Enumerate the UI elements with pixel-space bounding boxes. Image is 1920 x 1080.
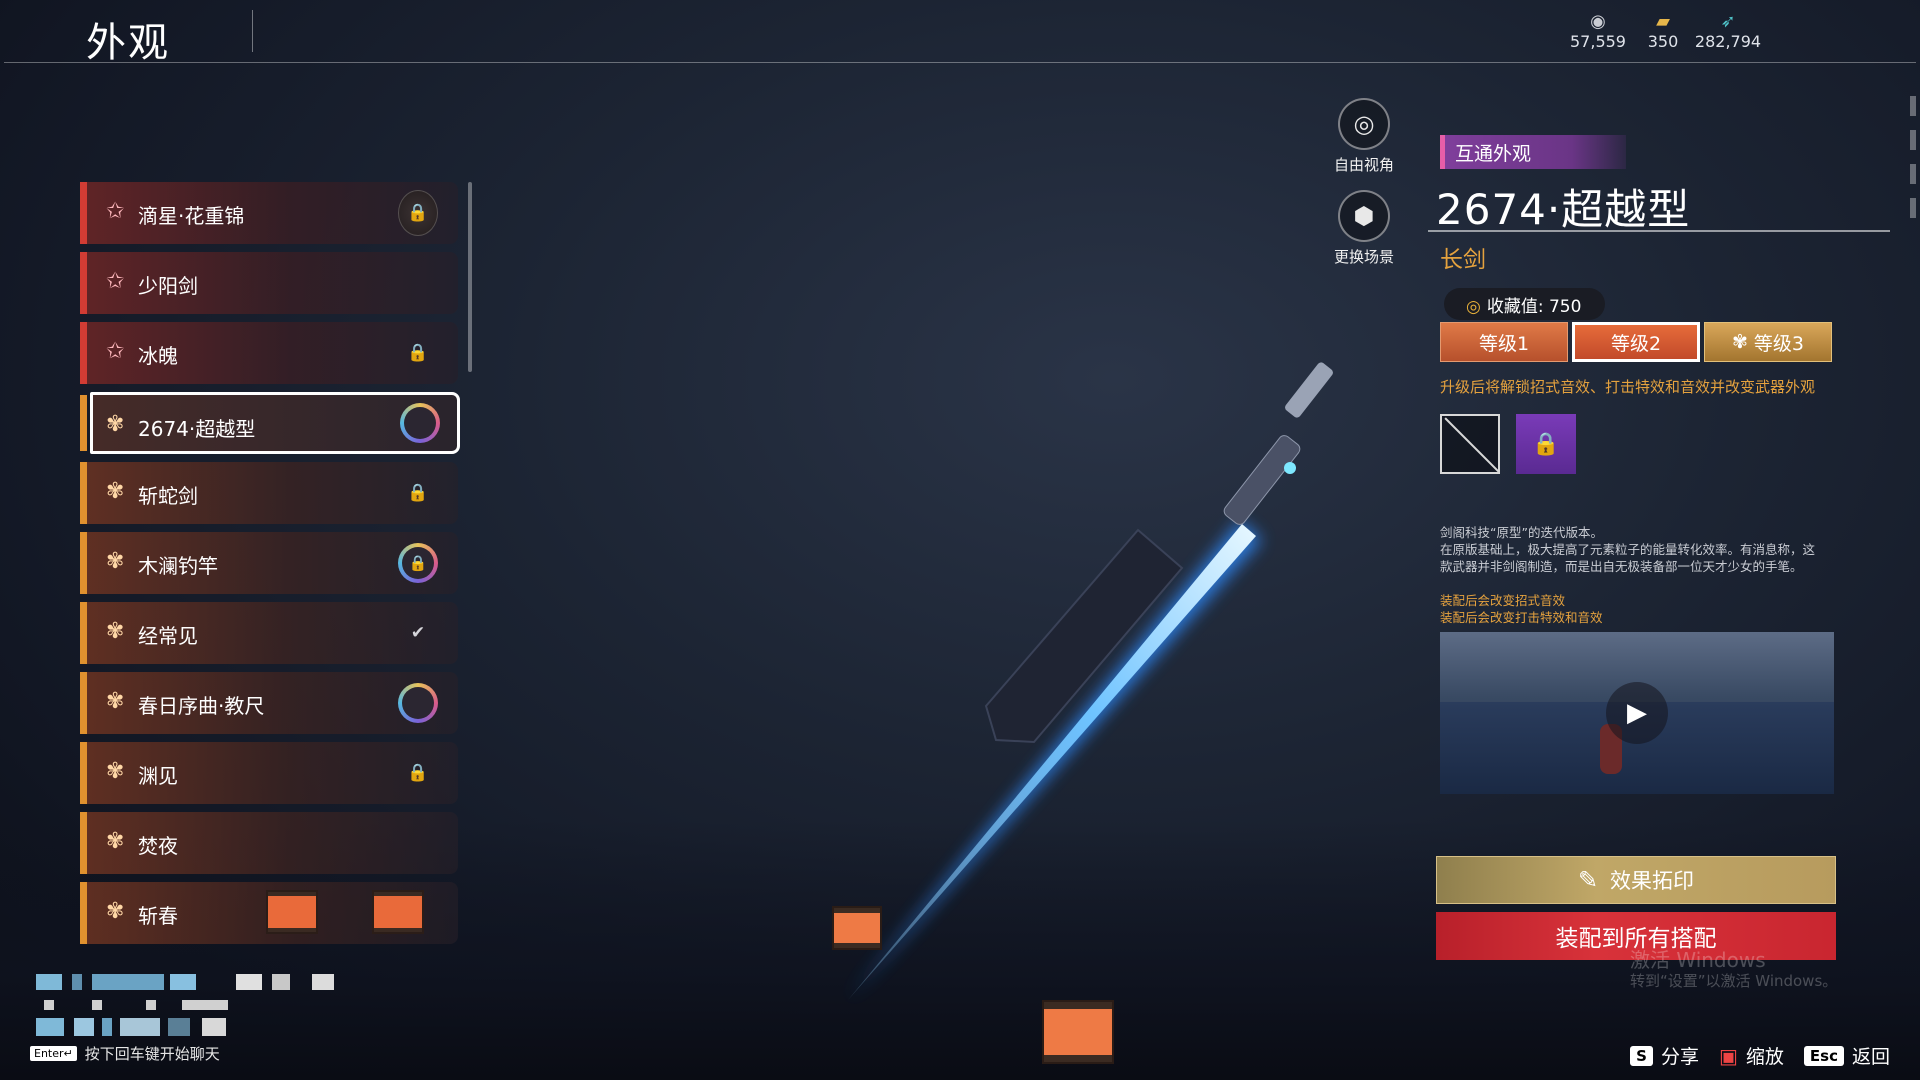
- tab-level-3[interactable]: ✾ 等级3: [1704, 322, 1832, 362]
- star-icon: ✩: [106, 269, 125, 294]
- rainbow-ring-lock-icon: 🔒: [398, 543, 438, 583]
- list-item[interactable]: ✾ 斩蛇剑 🔒: [80, 462, 458, 524]
- lock-icon: 🔒: [1532, 431, 1560, 457]
- lantern-icon: [372, 890, 424, 934]
- locked-slot[interactable]: 🔒: [1516, 414, 1576, 474]
- star-icon: ✩: [106, 199, 125, 224]
- lock-icon: 🔒: [407, 483, 429, 503]
- right-edge-indicators: [1910, 96, 1916, 276]
- header-divider: [4, 62, 1916, 63]
- effect-print-button[interactable]: ✎ 效果拓印: [1436, 856, 1836, 904]
- upgrade-tip: 升级后将解锁招式音效、打击特效和音效并改变武器外观: [1440, 378, 1816, 396]
- play-icon[interactable]: ▶: [1606, 682, 1668, 744]
- list-item-selected[interactable]: ✾ 2674·超越型: [80, 392, 460, 454]
- hilt-cap: [1285, 362, 1333, 418]
- lantern-decoration: [832, 906, 882, 950]
- zoom-action[interactable]: ▣ 缩放: [1719, 1042, 1784, 1069]
- flower-icon: ✾: [106, 759, 125, 784]
- lantern-icon: [266, 890, 318, 934]
- hilt-gem: [1284, 462, 1296, 474]
- lantern-decoration: [1042, 1000, 1114, 1064]
- back-action[interactable]: Esc 返回: [1803, 1042, 1890, 1069]
- cube-icon: ⬢: [1338, 190, 1390, 242]
- rainbow-ring-icon: [400, 403, 440, 443]
- hilt: [1223, 435, 1301, 525]
- star-icon: ✩: [106, 339, 125, 364]
- free-view-button[interactable]: ◎ 自由视角: [1324, 98, 1404, 175]
- list-item[interactable]: ✾ 木澜钓竿 🔒: [80, 532, 458, 594]
- top-bar: 外观 ◉ 57,559 ▰ 350 ➶ 282,794: [0, 0, 1920, 66]
- flower-icon: ✾: [106, 549, 125, 574]
- collection-coin-icon: ◎: [1466, 297, 1481, 317]
- blade-guard: [984, 528, 1184, 744]
- flower-icon: ✾: [106, 829, 125, 854]
- flower-icon: ✾: [106, 479, 125, 504]
- esc-key-icon: Esc: [1803, 1045, 1844, 1066]
- tab-level-1[interactable]: 等级1: [1440, 322, 1568, 362]
- list-item[interactable]: ✩ 冰魄 🔒: [80, 322, 458, 384]
- share-action[interactable]: S 分享: [1630, 1042, 1699, 1069]
- title-separator: [252, 10, 253, 52]
- enter-key-icon: Enter↵: [30, 1046, 77, 1061]
- level-tabs: 等级1 等级2 ✾ 等级3: [1440, 322, 1832, 362]
- currency-3: ➶ 282,794: [1688, 11, 1768, 52]
- flower-icon: ✾: [1731, 331, 1748, 353]
- weapon-name: 2674·超越型: [1436, 185, 1691, 234]
- list-item[interactable]: ✾ 渊见 🔒: [80, 742, 458, 804]
- effect-notes: 装配后会改变招式音效 装配后会改变打击特效和音效: [1440, 593, 1603, 625]
- tab-level-2[interactable]: 等级2: [1572, 322, 1700, 362]
- flower-icon: ✾: [106, 899, 125, 924]
- flower-icon: ✾: [106, 619, 125, 644]
- s-key-icon: S: [1630, 1045, 1653, 1066]
- appearance-list[interactable]: ✩ 滴星·花重锦 🔒 ✩ 少阳剑 ✩ 冰魄 🔒 ✾ 2674·超越型 ✾ 斩蛇剑…: [80, 182, 460, 954]
- mouse-wheel-icon: ▣: [1718, 1043, 1738, 1068]
- flower-icon: ✾: [106, 689, 125, 714]
- lock-icon: 🔒: [407, 343, 429, 363]
- list-item[interactable]: ✾ 经常见 ✔: [80, 602, 458, 664]
- list-item[interactable]: ✾ 春日序曲·教尺: [80, 672, 458, 734]
- list-item[interactable]: ✾ 斩春: [80, 882, 458, 944]
- collection-value: ◎ 收藏值: 750: [1444, 288, 1606, 320]
- weapon-description: 剑阁科技“原型”的迭代版本。 在原版基础上，极大提高了元素粒子的能量转化效率。有…: [1440, 525, 1816, 574]
- name-divider: [1428, 230, 1890, 232]
- list-scrollbar[interactable]: [468, 182, 472, 372]
- flower-icon: ✾: [106, 412, 125, 437]
- windows-watermark: 激活 Windows: [1630, 948, 1766, 972]
- lock-icon: 🔒: [398, 190, 438, 236]
- windows-watermark-sub: 转到“设置”以激活 Windows。: [1630, 972, 1838, 990]
- page-title: 外观: [86, 20, 170, 66]
- change-scene-button[interactable]: ⬢ 更换场景: [1324, 190, 1404, 267]
- jade-feather-icon: ➶: [1720, 11, 1736, 32]
- check-icon: ✔: [410, 623, 426, 643]
- chat-hint[interactable]: Enter↵ 按下回车键开始聊天: [30, 1043, 220, 1064]
- brush-icon: ✎: [1577, 866, 1599, 894]
- effect-preview-video[interactable]: ▶: [1440, 632, 1834, 794]
- empty-slot[interactable]: [1440, 414, 1500, 474]
- list-item[interactable]: ✩ 滴星·花重锦 🔒: [80, 182, 458, 244]
- list-item[interactable]: ✩ 少阳剑: [80, 252, 458, 314]
- weapon-type: 长剑: [1440, 247, 1486, 273]
- rainbow-ring-icon: [398, 683, 438, 723]
- list-item[interactable]: ✾ 焚夜: [80, 812, 458, 874]
- cross-platform-tag: 互通外观: [1440, 135, 1626, 169]
- bottom-action-bar: S 分享 ▣ 缩放 Esc 返回: [1630, 1042, 1890, 1069]
- lock-icon: 🔒: [407, 763, 429, 783]
- camera-icon: ◎: [1338, 98, 1390, 150]
